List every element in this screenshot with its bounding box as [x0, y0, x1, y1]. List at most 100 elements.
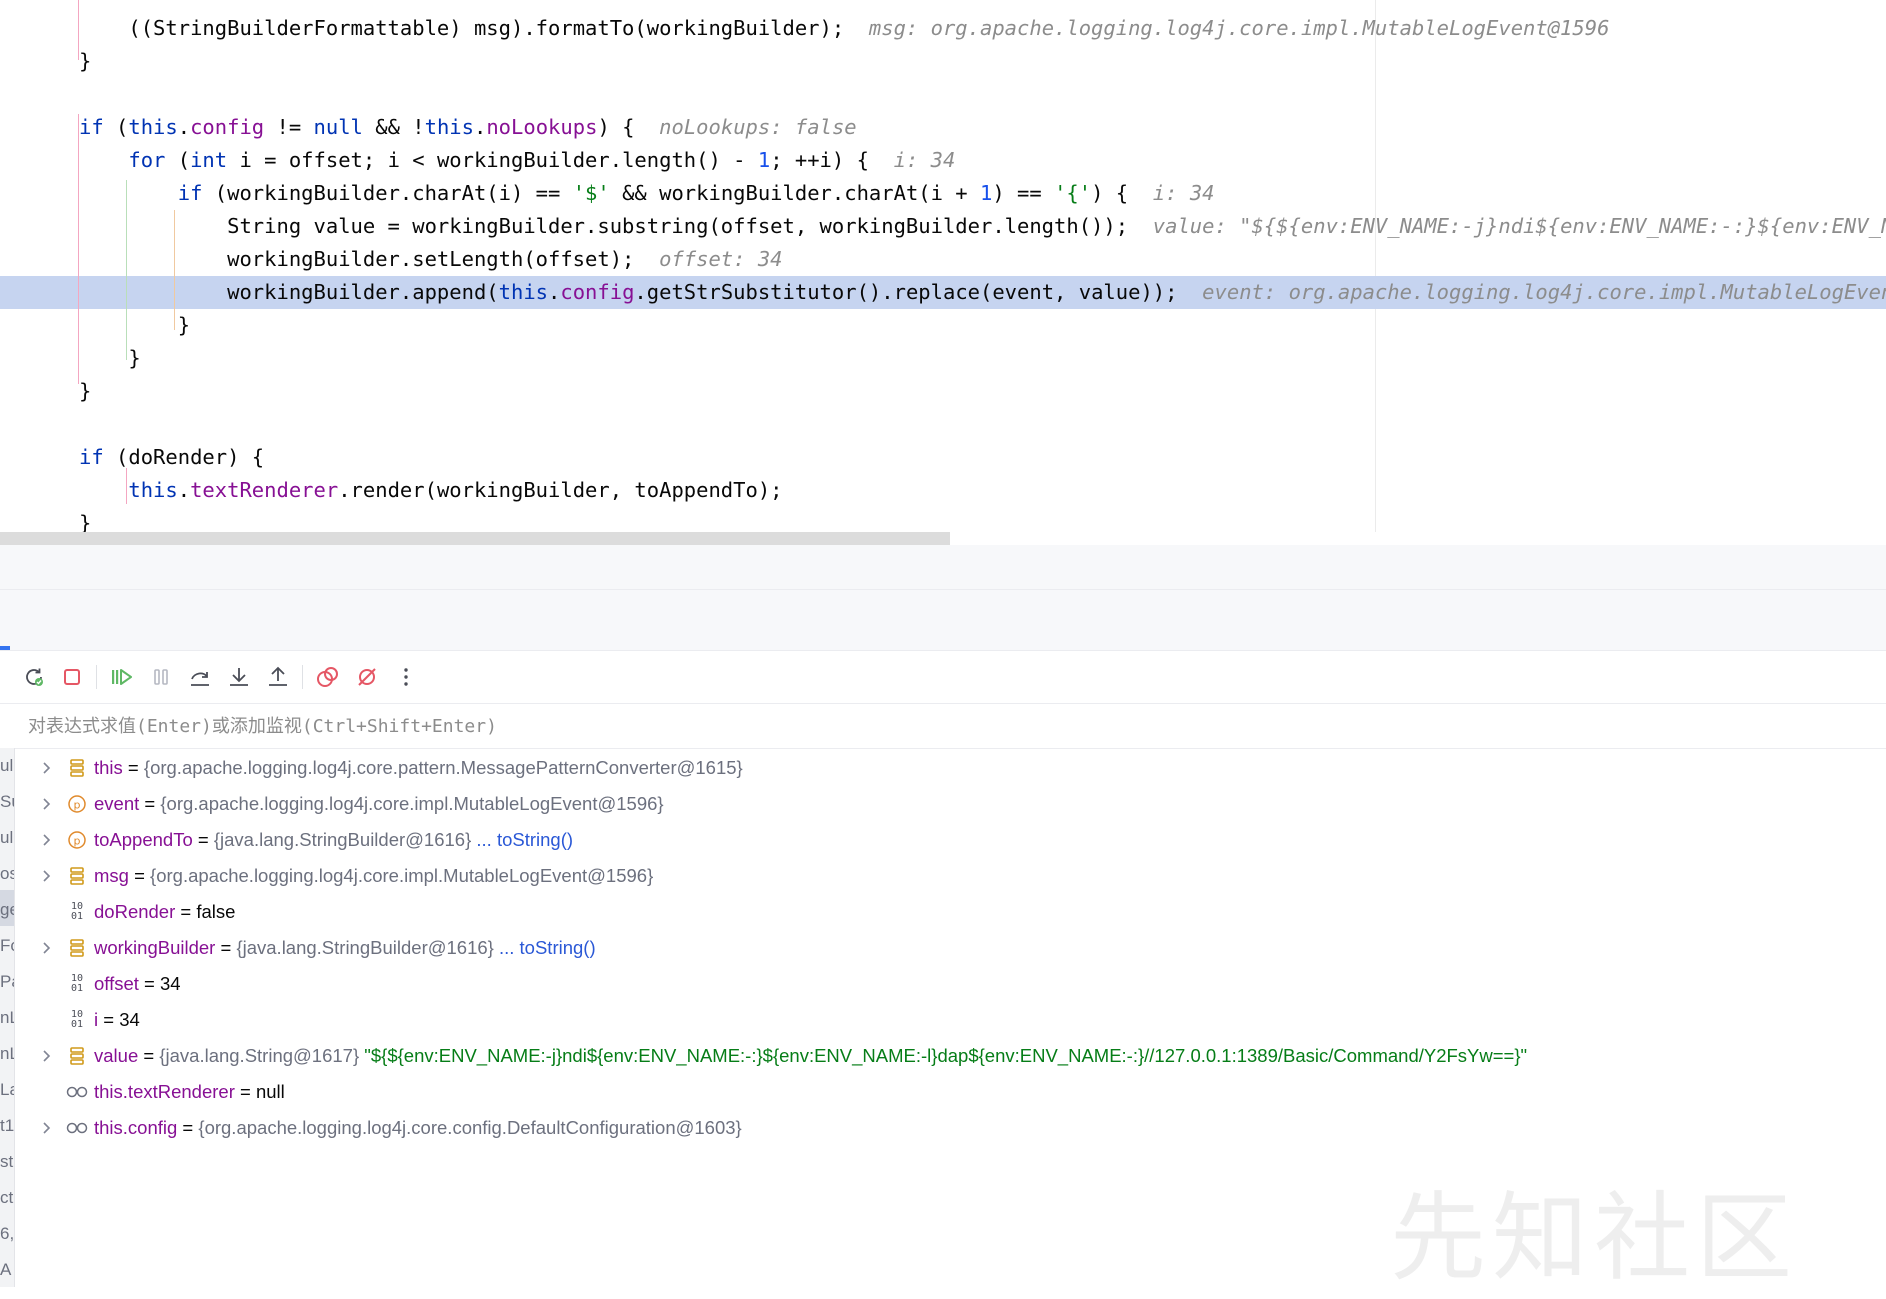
step-over-button[interactable]	[186, 663, 214, 691]
code-token: .	[177, 478, 191, 502]
variable-row[interactable]: msg = {org.apache.logging.log4j.core.imp…	[14, 858, 1886, 894]
variable-text: event = {org.apache.logging.log4j.core.i…	[94, 786, 664, 822]
code-token: workingBuilder.append(	[227, 280, 499, 304]
pause-icon	[154, 669, 168, 685]
step-into-button[interactable]	[225, 663, 253, 691]
variable-text: offset = 34	[94, 966, 181, 1002]
code-token: ((StringBuilderFormattable) msg).formatT…	[128, 16, 845, 40]
frame-label-fragment: ul	[0, 828, 14, 847]
watch-icon	[66, 1117, 88, 1139]
chevron-right-icon[interactable]	[38, 822, 56, 858]
code-token: }	[177, 313, 191, 337]
code-token: int	[190, 148, 228, 172]
code-token: null	[313, 115, 363, 139]
parameter-icon: p	[66, 793, 88, 815]
view-breakpoints-button[interactable]	[314, 663, 342, 691]
debug-toolbar	[0, 651, 1886, 704]
code-line[interactable]: }	[0, 375, 1886, 408]
code-line[interactable]: for (int i = offset; i < workingBuilder.…	[0, 144, 1886, 177]
chevron-right-icon[interactable]	[38, 1110, 56, 1146]
code-token: this	[128, 115, 178, 139]
stop-icon	[64, 669, 80, 685]
code-line[interactable]: }	[0, 342, 1886, 375]
code-line[interactable]: String value = workingBuilder.substring(…	[0, 210, 1886, 243]
object-field-icon	[66, 757, 88, 779]
code-line[interactable]: ((StringBuilderFormattable) msg).formatT…	[0, 12, 1886, 45]
pause-button[interactable]	[147, 663, 175, 691]
code-line[interactable]: if (this.config != null && !this.noLooku…	[0, 111, 1886, 144]
variable-row[interactable]: value = {java.lang.String@1617} "${${env…	[14, 1038, 1886, 1074]
code-token: workingBuilder.setLength(offset);	[227, 247, 635, 271]
chevron-right-icon[interactable]	[38, 858, 56, 894]
variable-value: {org.apache.logging.log4j.core.impl.Muta…	[160, 793, 664, 814]
variable-name: msg	[94, 865, 129, 886]
variable-value: {org.apache.logging.log4j.core.impl.Muta…	[150, 865, 654, 886]
variable-value: {java.lang.StringBuilder@1616}	[213, 829, 472, 850]
chevron-right-icon[interactable]	[38, 1038, 56, 1074]
panel-divider[interactable]	[0, 545, 1886, 590]
to-string-link[interactable]: ... toString()	[499, 937, 596, 958]
code-token: (doRender) {	[103, 445, 265, 469]
mute-breakpoints-button[interactable]	[353, 663, 381, 691]
step-into-icon	[230, 668, 248, 686]
code-token: '$'	[572, 181, 610, 205]
code-line[interactable]: this.textRenderer.render(workingBuilder,…	[0, 474, 1886, 507]
rerun-debug-button[interactable]	[20, 663, 48, 691]
to-string-link[interactable]: ... toString()	[476, 829, 573, 850]
primitive-icon: 10 01	[70, 1009, 84, 1030]
code-token: }	[79, 49, 92, 73]
code-token: (workingBuilder.charAt(i) ==	[202, 181, 573, 205]
variable-row[interactable]: this.textRenderer = null	[14, 1074, 1886, 1110]
current-execution-line[interactable]: workingBuilder.append(this.config.getStr…	[0, 276, 1886, 309]
step-out-button[interactable]	[264, 663, 292, 691]
more-options-button[interactable]	[392, 663, 420, 691]
resume-button[interactable]	[108, 663, 136, 691]
breakpoints-icon	[317, 667, 338, 687]
variable-name: value	[94, 1045, 139, 1066]
variable-text: msg = {org.apache.logging.log4j.core.imp…	[94, 858, 653, 894]
variable-row[interactable]: p event = {org.apache.logging.log4j.core.…	[14, 786, 1886, 822]
code-line[interactable]	[0, 78, 1886, 111]
variable-row[interactable]: p toAppendTo = {java.lang.StringBuilder@1…	[14, 822, 1886, 858]
chevron-right-icon[interactable]	[38, 930, 56, 966]
inline-value-hint: value: "${${env:ENV_NAME:-j}ndi${env:ENV…	[1128, 214, 1886, 238]
variable-row[interactable]: this = {org.apache.logging.log4j.core.pa…	[14, 750, 1886, 786]
equals-sign: =	[139, 793, 161, 814]
variable-row[interactable]: this.config = {org.apache.logging.log4j.…	[14, 1110, 1886, 1146]
code-line[interactable]: workingBuilder.setLength(offset); offset…	[0, 243, 1886, 276]
code-token: if	[79, 445, 104, 469]
toolbar-separator	[96, 665, 97, 689]
variable-row[interactable]: 10 01 offset = 34	[14, 966, 1886, 1002]
chevron-right-icon[interactable]	[38, 786, 56, 822]
parameter-icon: p	[66, 829, 88, 851]
frame-label-fragment: 6,	[0, 1224, 14, 1243]
equals-sign: =	[175, 901, 197, 922]
stop-button[interactable]	[58, 663, 86, 691]
inline-value-hint: offset: 34	[634, 247, 783, 271]
object-field-icon	[66, 865, 88, 887]
code-token: textRenderer	[190, 478, 339, 502]
code-line[interactable]	[0, 408, 1886, 441]
code-line[interactable]: if (workingBuilder.charAt(i) == '$' && w…	[0, 177, 1886, 210]
variable-row[interactable]: 10 01 doRender = false	[14, 894, 1886, 930]
variable-text: workingBuilder = {java.lang.StringBuilde…	[94, 930, 596, 966]
chevron-right-icon[interactable]	[38, 750, 56, 786]
frames-panel-edge[interactable]: ul Su ul os ge Fo Pa nL nL La t19 str ct 6, A	[0, 748, 15, 1287]
frame-label-fragment: nL	[0, 1044, 14, 1063]
code-editor[interactable]: ((StringBuilderFormattable) msg).formatT…	[0, 0, 1886, 545]
code-token: this	[128, 478, 178, 502]
code-line[interactable]: }	[0, 309, 1886, 342]
variable-name: this	[94, 757, 123, 778]
variable-name: event	[94, 793, 140, 814]
code-token: .	[548, 280, 561, 304]
evaluate-expression-input[interactable]	[28, 712, 1528, 740]
variable-row[interactable]: workingBuilder = {java.lang.StringBuilde…	[14, 930, 1886, 966]
code-line[interactable]: }	[0, 45, 1886, 78]
code-token: ; ++i) {	[770, 148, 869, 172]
debug-panel-header	[0, 590, 1886, 651]
horizontal-scroll-thumb[interactable]	[0, 532, 950, 545]
code-line[interactable]: if (doRender) {	[0, 441, 1886, 474]
variable-row[interactable]: 10 01 i = 34	[14, 1002, 1886, 1038]
